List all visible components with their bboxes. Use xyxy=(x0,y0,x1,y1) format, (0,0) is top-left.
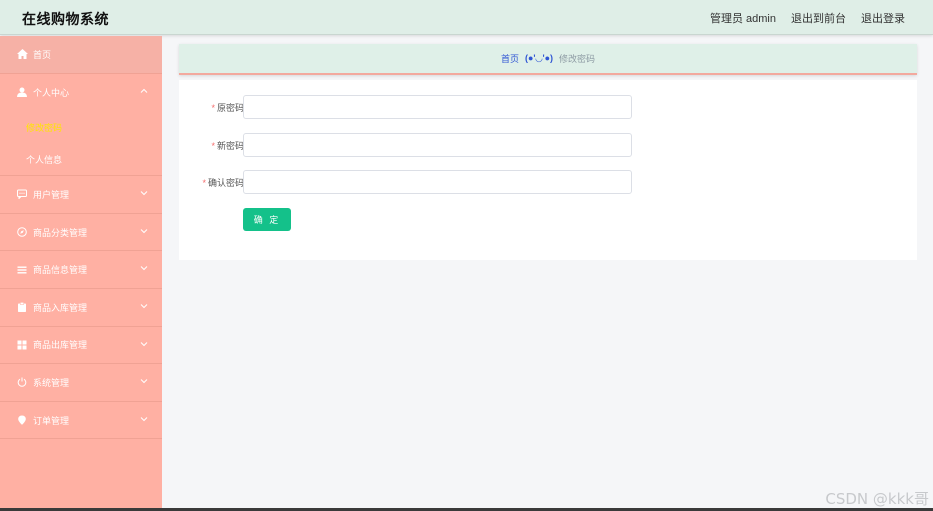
clipboard-icon xyxy=(16,301,28,313)
chevron-down-icon xyxy=(140,340,148,348)
chevron-down-icon xyxy=(140,302,148,310)
breadcrumb-home[interactable]: 首页 xyxy=(501,52,519,65)
sidebar-item-users[interactable]: 用户管理 xyxy=(0,176,162,214)
form-row-new-password: * 新密码 xyxy=(179,133,639,157)
exit-to-front-link[interactable]: 退出到前台 xyxy=(791,10,846,26)
sidebar-item-system[interactable]: 系统管理 xyxy=(0,364,162,402)
current-user-label: 管理员 admin xyxy=(709,13,776,25)
sidebar-item-label: 系统管理 xyxy=(33,377,70,388)
sidebar-item-product-info[interactable]: 商品信息管理 xyxy=(0,251,162,289)
sidebar-item-home[interactable]: 首页 xyxy=(0,36,162,74)
location-icon xyxy=(16,414,28,426)
sidebar-subitem-change-password[interactable]: 修改密码 xyxy=(0,111,162,143)
required-mark: * xyxy=(211,141,215,151)
sidebar-item-orders[interactable]: 订单管理 xyxy=(0,402,162,440)
chat-icon xyxy=(16,188,28,200)
sidebar-item-stock-out[interactable]: 商品出库管理 xyxy=(0,327,162,365)
chevron-down-icon xyxy=(140,264,148,272)
breadcrumb-current: 修改密码 xyxy=(559,54,596,64)
sidebar-item-category[interactable]: 商品分类管理 xyxy=(0,214,162,252)
list-icon xyxy=(16,264,28,276)
app-title: 在线购物系统 xyxy=(22,11,109,27)
user-icon xyxy=(16,86,28,98)
top-nav: 管理员 admin 退出到前台 退出登录 xyxy=(710,10,905,26)
breadcrumb-separator: (●'◡'●) xyxy=(524,53,554,63)
confirm-password-label: * 确认密码 xyxy=(202,178,244,188)
sidebar-item-label: 首页 xyxy=(33,49,52,60)
chevron-down-icon xyxy=(140,189,148,197)
confirm-password-input[interactable] xyxy=(243,170,632,194)
compass-icon xyxy=(16,226,28,238)
sidebar-item-label: 商品入库管理 xyxy=(33,302,88,313)
required-mark: * xyxy=(211,103,215,113)
chevron-down-icon xyxy=(140,415,148,423)
breadcrumb: 首页 (●'◡'●) 修改密码 xyxy=(179,44,917,75)
chevron-up-icon xyxy=(140,87,148,95)
required-mark: * xyxy=(202,178,206,188)
sidebar-item-label: 商品分类管理 xyxy=(33,227,88,238)
form-row-confirm-password: * 确认密码 xyxy=(179,170,639,194)
old-password-input[interactable] xyxy=(243,95,632,119)
sidebar-item-label: 个人中心 xyxy=(33,87,70,98)
old-password-label: * 原密码 xyxy=(211,103,244,113)
top-bar: 在线购物系统 管理员 admin 退出到前台 退出登录 xyxy=(0,0,933,35)
change-password-form: * 原密码 * 新密码 * 确认密码 确 定 xyxy=(179,80,917,260)
sidebar-item-label: 用户管理 xyxy=(33,189,70,200)
form-row-old-password: * 原密码 xyxy=(179,95,639,119)
sidebar: 首页 个人中心 修改密码 个人信息 用户管理 商品分类管理 商品信息管理 商品入… xyxy=(0,36,162,511)
logout-link[interactable]: 退出登录 xyxy=(861,10,905,26)
sidebar-item-stock-in[interactable]: 商品入库管理 xyxy=(0,289,162,327)
sidebar-item-label: 商品信息管理 xyxy=(33,265,88,276)
grid-icon xyxy=(16,339,28,351)
sidebar-item-personal[interactable]: 个人中心 xyxy=(0,74,162,112)
sidebar-item-label: 商品出库管理 xyxy=(33,340,88,351)
confirm-button[interactable]: 确 定 xyxy=(243,208,291,231)
new-password-input[interactable] xyxy=(243,133,632,157)
watermark: CSDN @kkk哥 xyxy=(825,490,929,508)
chevron-down-icon xyxy=(140,377,148,385)
power-icon xyxy=(16,376,28,388)
sidebar-item-label: 订单管理 xyxy=(33,415,70,426)
sidebar-group-personal: 个人中心 修改密码 个人信息 xyxy=(0,74,162,177)
new-password-label: * 新密码 xyxy=(211,141,244,151)
sidebar-subitem-personal-info[interactable]: 个人信息 xyxy=(0,143,162,175)
chevron-down-icon xyxy=(140,227,148,235)
home-icon xyxy=(16,48,28,60)
